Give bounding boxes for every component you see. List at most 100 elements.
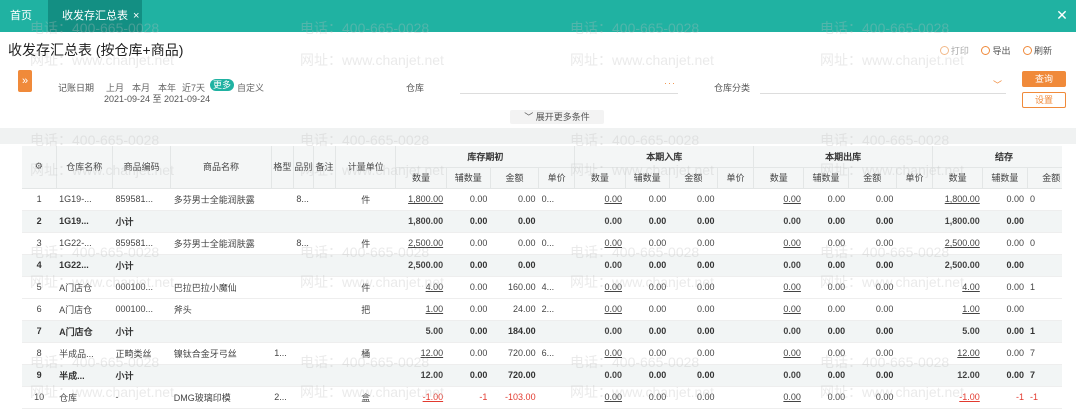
- cell-in-qty[interactable]: 0.00: [574, 320, 626, 343]
- cell-in-qty[interactable]: 0.00: [574, 276, 626, 299]
- cell-bal-qty[interactable]: 1,800.00: [932, 210, 983, 233]
- cell-value[interactable]: 0.00: [783, 348, 801, 358]
- subtotal-row[interactable]: 4 1G22... 小计 2,500.00 0.00 0.00 0.00 0.00 0.00 0.…: [22, 254, 1062, 277]
- cell-bal-qty[interactable]: 4.00: [932, 276, 983, 299]
- preset-more[interactable]: 更多: [210, 79, 235, 91]
- cell-value[interactable]: 12.00: [421, 370, 444, 380]
- cell-open-qty[interactable]: 12.00: [395, 342, 447, 365]
- cell-open-qty[interactable]: 2,500.00: [395, 254, 447, 277]
- cell-bal-qty[interactable]: 1.00: [932, 298, 983, 321]
- query-button[interactable]: 查询: [1022, 71, 1066, 87]
- col-warehouse-name[interactable]: 仓库名称: [56, 146, 113, 189]
- col-out-aux-qty[interactable]: 辅数量: [803, 167, 849, 189]
- col-opening-qty[interactable]: 数量: [395, 167, 447, 189]
- cell-value[interactable]: 5.00: [962, 326, 980, 336]
- cell-value[interactable]: 2,500.00: [945, 238, 980, 248]
- cell-value[interactable]: 0.00: [604, 194, 622, 204]
- cell-in-qty[interactable]: 0.00: [574, 210, 626, 233]
- cell-value[interactable]: 0.00: [783, 194, 801, 204]
- col-unit[interactable]: 计量单位: [335, 146, 397, 189]
- subtotal-row[interactable]: 2 1G19... 小计 1,800.00 0.00 0.00 0.00 0.00 0.00 0.…: [22, 210, 1062, 233]
- cell-value[interactable]: 2,500.00: [945, 260, 980, 270]
- cell-value[interactable]: -1.00: [423, 392, 444, 402]
- export-button[interactable]: 导出: [981, 44, 1010, 57]
- warehouse-select[interactable]: ···: [460, 78, 678, 94]
- cell-open-qty[interactable]: -1.00: [395, 386, 447, 409]
- col-in-price[interactable]: 单价: [717, 167, 755, 189]
- col-in-aux-qty[interactable]: 辅数量: [625, 167, 670, 189]
- cell-out-qty[interactable]: 0.00: [753, 364, 804, 387]
- cell-bal-qty[interactable]: 5.00: [932, 320, 983, 343]
- cell-value[interactable]: 0.00: [604, 282, 622, 292]
- cell-in-qty[interactable]: 0.00: [574, 188, 626, 211]
- cell-in-qty[interactable]: 0.00: [574, 386, 626, 409]
- cell-out-qty[interactable]: 0.00: [753, 188, 804, 211]
- col-out-qty[interactable]: 数量: [753, 167, 805, 189]
- col-opening-amount[interactable]: 金额: [490, 167, 540, 189]
- warehouse-category-select[interactable]: ﹀: [760, 78, 1006, 94]
- cell-value[interactable]: 2,500.00: [408, 260, 443, 270]
- cell-open-qty[interactable]: 12.00: [395, 364, 447, 387]
- column-settings-icon[interactable]: ⚙: [22, 146, 57, 189]
- cell-value[interactable]: 0.00: [604, 392, 622, 402]
- tab-inventory-summary[interactable]: 收发存汇总表 ×: [48, 0, 142, 32]
- col-spec[interactable]: 格型: [271, 146, 294, 189]
- cell-value[interactable]: 1.00: [426, 304, 444, 314]
- cell-out-qty[interactable]: 0.00: [753, 342, 804, 365]
- cell-value[interactable]: 12.00: [421, 348, 444, 358]
- cell-value[interactable]: 0.00: [604, 238, 622, 248]
- preset-custom[interactable]: 自定义: [237, 81, 264, 94]
- cell-bal-qty[interactable]: 12.00: [932, 364, 983, 387]
- table-row[interactable]: 1 1G19-... 859581... 多芬男士全能润肤露 8... 件 1,800.00…: [22, 188, 1062, 211]
- cell-bal-qty[interactable]: 2,500.00: [932, 232, 983, 255]
- cell-open-qty[interactable]: 5.00: [395, 320, 447, 343]
- print-button[interactable]: 打印: [939, 44, 969, 57]
- cell-open-qty[interactable]: 4.00: [395, 276, 447, 299]
- cell-bal-qty[interactable]: -1.00: [932, 386, 983, 409]
- cell-value[interactable]: 1,800.00: [945, 194, 980, 204]
- cell-value[interactable]: 0.00: [604, 348, 622, 358]
- col-item-name[interactable]: 商品名称: [170, 146, 272, 189]
- cell-open-qty[interactable]: 1,800.00: [395, 188, 447, 211]
- cell-value[interactable]: 0.00: [783, 326, 801, 336]
- refresh-button[interactable]: 刷新: [1022, 44, 1052, 57]
- cell-value[interactable]: 0.00: [604, 304, 622, 314]
- cell-value[interactable]: 4.00: [426, 282, 444, 292]
- cell-value[interactable]: -1.00: [959, 392, 980, 402]
- cell-value[interactable]: 12.00: [957, 348, 980, 358]
- col-note[interactable]: 备注: [313, 146, 337, 189]
- cell-value[interactable]: 4.00: [962, 282, 980, 292]
- col-in-amount[interactable]: 金额: [669, 167, 718, 189]
- col-out-price[interactable]: 单价: [896, 167, 934, 189]
- settings-button[interactable]: 设置: [1022, 92, 1066, 108]
- table-row[interactable]: 10 仓库 - DMG玻璃印模 2... 盒 -1.00 -1 -103.00 0.00 0.00 0…: [22, 386, 1062, 409]
- cell-open-qty[interactable]: 1,800.00: [395, 210, 447, 233]
- cell-bal-qty[interactable]: 1,800.00: [932, 188, 983, 211]
- cell-out-qty[interactable]: 0.00: [753, 210, 804, 233]
- cell-out-qty[interactable]: 0.00: [753, 276, 804, 299]
- cell-value[interactable]: 2,500.00: [408, 238, 443, 248]
- cell-value[interactable]: 0.00: [604, 370, 622, 380]
- cell-open-qty[interactable]: 2,500.00: [395, 232, 447, 255]
- col-item-code[interactable]: 商品编码: [112, 146, 172, 189]
- subtotal-row[interactable]: 7 A门店仓 小计 5.00 0.00 184.00 0.00 0.00 0.00 0.00 0.0…: [22, 320, 1062, 343]
- cell-value[interactable]: 0.00: [783, 370, 801, 380]
- cell-value[interactable]: 0.00: [783, 216, 801, 226]
- cell-value[interactable]: 5.00: [426, 326, 444, 336]
- cell-bal-qty[interactable]: 12.00: [932, 342, 983, 365]
- cell-bal-qty[interactable]: 2,500.00: [932, 254, 983, 277]
- cell-value[interactable]: 1,800.00: [945, 216, 980, 226]
- cell-value[interactable]: 0.00: [783, 392, 801, 402]
- table-row[interactable]: 3 1G22-... 859581... 多芬男士全能润肤露 8... 件 2,500.00…: [22, 232, 1062, 255]
- tab-home[interactable]: 首页: [10, 0, 42, 32]
- cell-in-qty[interactable]: 0.00: [574, 342, 626, 365]
- cell-open-qty[interactable]: 1.00: [395, 298, 447, 321]
- col-out-amount[interactable]: 金额: [848, 167, 897, 189]
- cell-value[interactable]: 0.00: [604, 216, 622, 226]
- cell-value[interactable]: 12.00: [957, 370, 980, 380]
- expand-more-conditions-button[interactable]: ﹀ 展开更多条件: [510, 110, 604, 124]
- col-opening-price[interactable]: 单价: [538, 167, 576, 189]
- cell-out-qty[interactable]: 0.00: [753, 232, 804, 255]
- subtotal-row[interactable]: 9 半成... 小计 12.00 0.00 720.00 0.00 0.00 0.00 0.00 0…: [22, 364, 1062, 387]
- cell-out-qty[interactable]: 0.00: [753, 386, 804, 409]
